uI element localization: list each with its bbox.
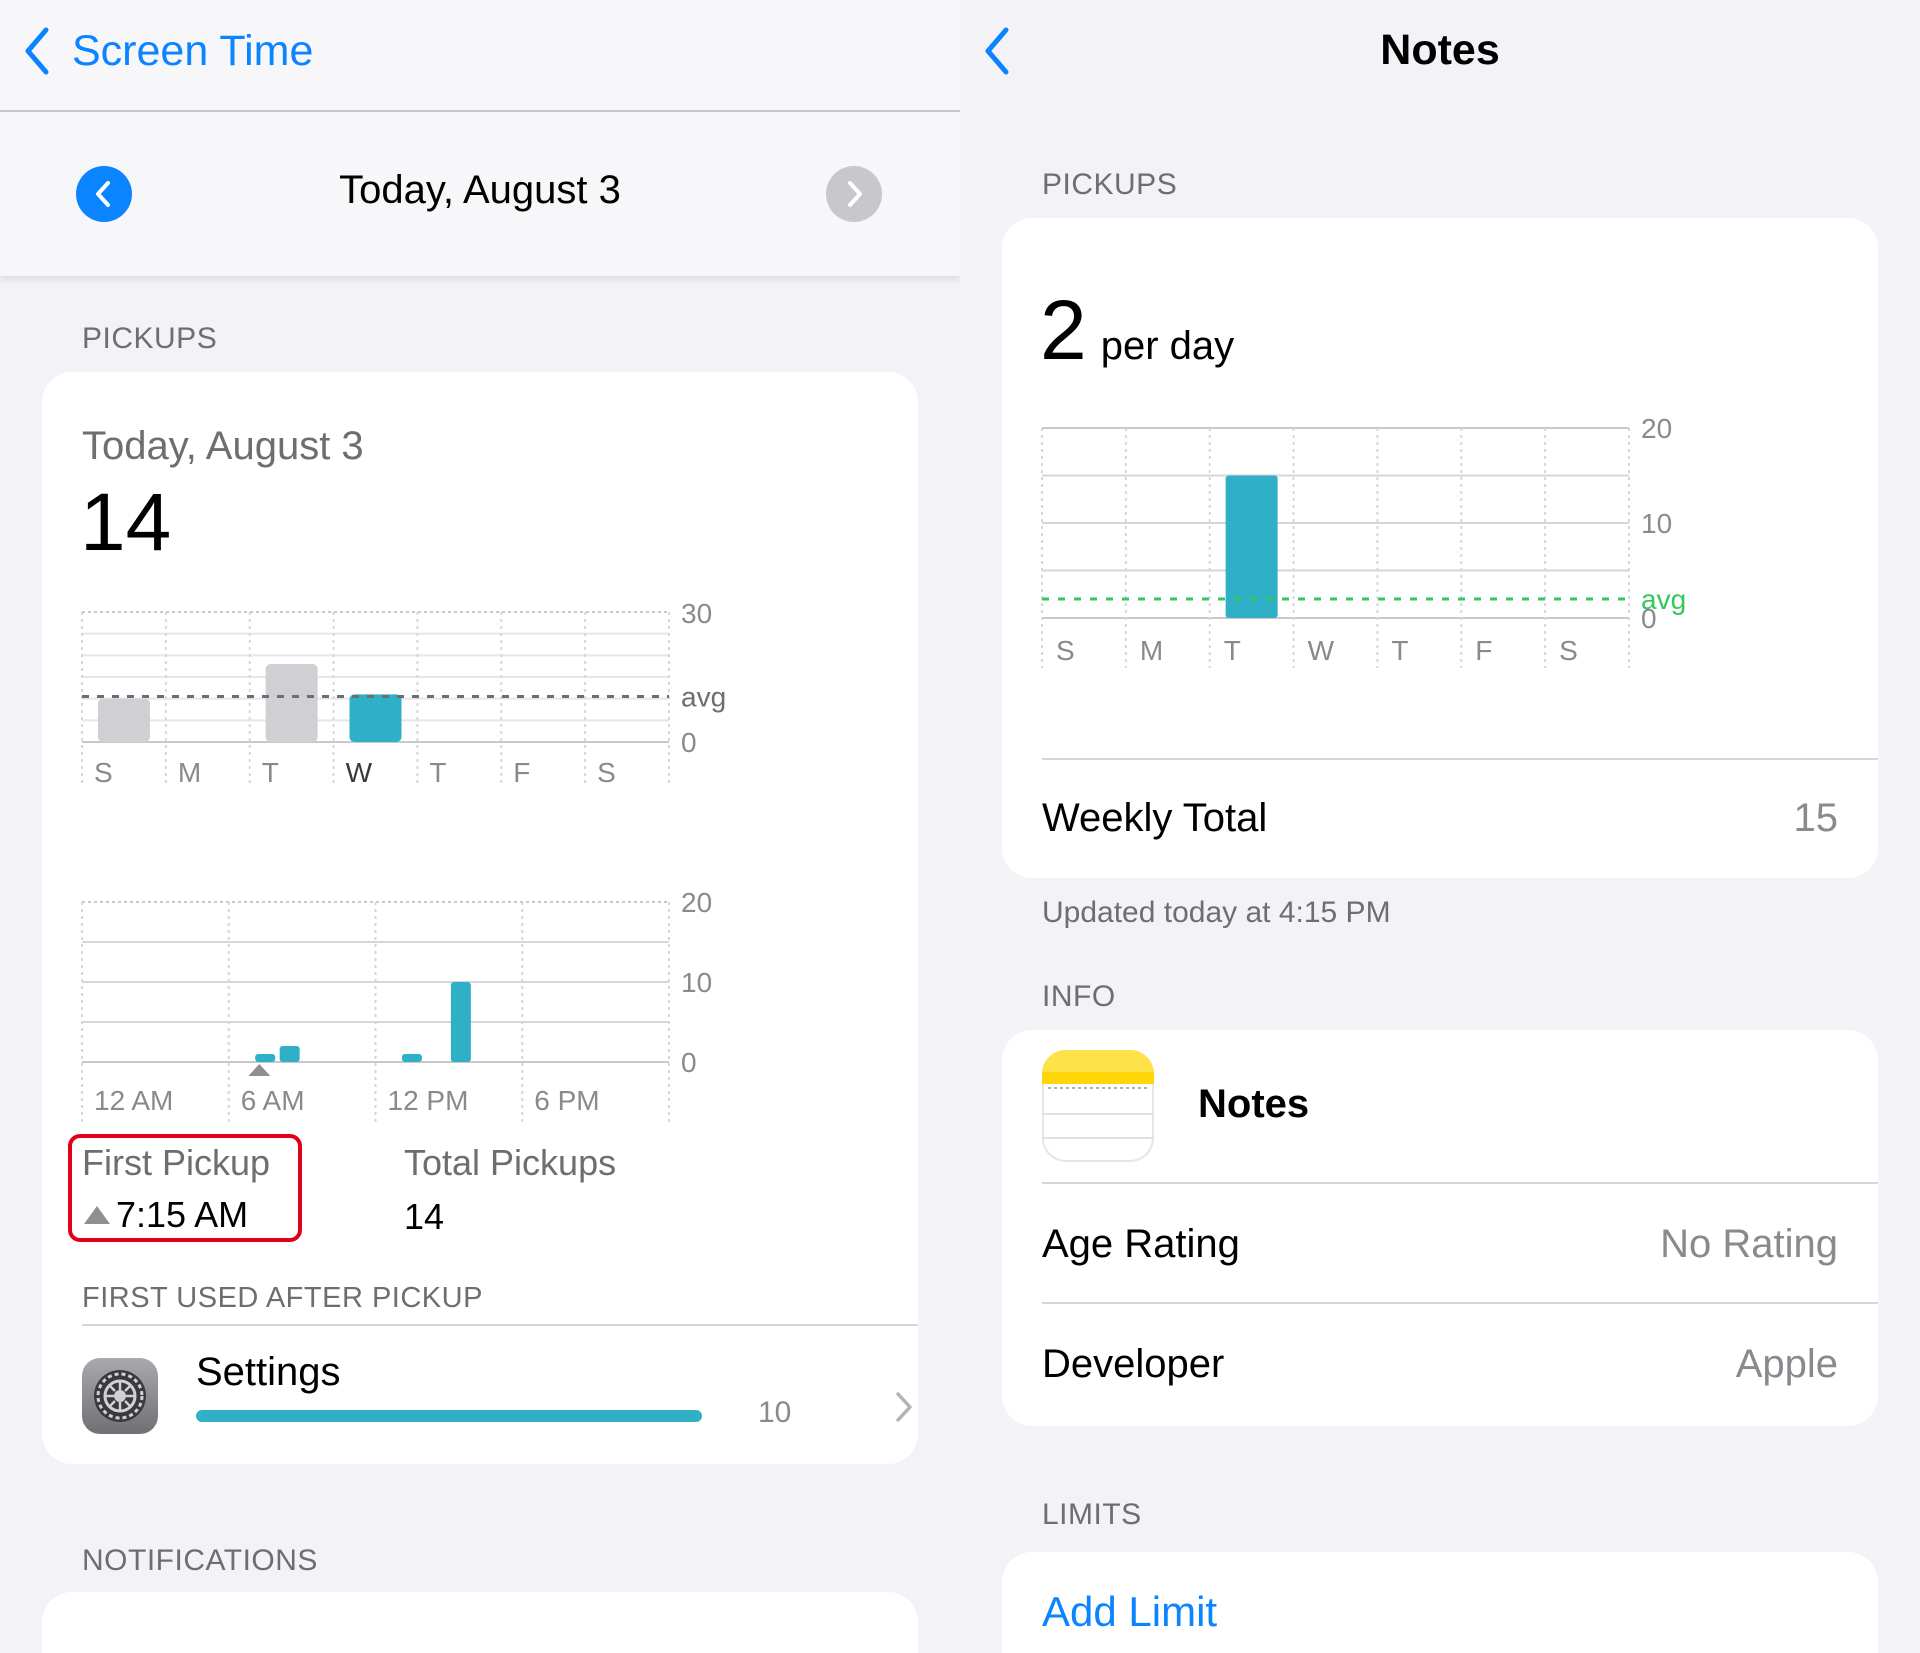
weekly-pickups-chart: 30 avg 0 S M T W T F S — [81, 598, 726, 788]
x-tick-label: 6 AM — [241, 1085, 305, 1116]
y-tick-label: 10 — [1641, 508, 1672, 539]
x-tick-label: 6 PM — [534, 1085, 599, 1116]
chevron-right-icon — [896, 1392, 912, 1422]
first-pickup-label: First Pickup — [82, 1142, 271, 1183]
y-tick-label: 0 — [681, 1047, 697, 1078]
bar — [401, 1054, 422, 1062]
average-pickups-value: 2 — [1040, 283, 1087, 377]
x-tick-label: T — [429, 757, 446, 788]
info-card: Notes Age Rating No Rating Developer App… — [1002, 1030, 1878, 1426]
date-navigator: Today, August 3 — [0, 112, 960, 276]
first-used-count: 10 — [758, 1396, 792, 1429]
y-tick-label: 20 — [681, 887, 712, 918]
chevron-right-icon — [848, 181, 862, 207]
back-button-label: Screen Time — [72, 26, 314, 75]
bar — [279, 1046, 300, 1062]
age-rating-label: Age Rating — [1042, 1222, 1240, 1266]
x-tick-label: W — [346, 757, 373, 788]
first-used-section-label: FIRST USED AFTER PICKUP — [82, 1282, 483, 1314]
weekly-total-label: Weekly Total — [1042, 796, 1268, 840]
x-tick-label: F — [1475, 635, 1492, 666]
date-title: Today, August 3 — [339, 168, 621, 212]
x-tick-label: 12 PM — [388, 1085, 469, 1116]
pickups-section-label: PICKUPS — [1042, 168, 1178, 201]
pickups-count: 14 — [80, 477, 172, 568]
x-tick-label: M — [1140, 635, 1163, 666]
pickups-section-label: PICKUPS — [82, 322, 218, 355]
y-tick-label: 0 — [681, 727, 697, 758]
app-name: Notes — [1198, 1082, 1310, 1126]
developer-label: Developer — [1042, 1342, 1225, 1386]
bar — [97, 698, 150, 742]
notifications-section-label: NOTIFICATIONS — [82, 1544, 318, 1577]
x-tick-label: S — [1056, 635, 1075, 666]
usage-bar — [196, 1410, 702, 1422]
x-tick-label: S — [94, 757, 113, 788]
add-limit-button[interactable]: Add Limit — [1042, 1588, 1217, 1636]
updated-timestamp: Updated today at 4:15 PM — [1042, 896, 1391, 929]
chevron-left-icon — [25, 27, 49, 75]
navigation-bar: Screen Time — [0, 0, 960, 112]
x-tick-label: 12 AM — [94, 1085, 173, 1116]
x-tick-label: T — [1224, 635, 1241, 666]
weekly-total-value: 15 — [1793, 796, 1839, 840]
gear-icon — [94, 1370, 146, 1422]
bar — [265, 664, 318, 742]
x-tick-label: W — [1308, 635, 1335, 666]
bar — [1225, 475, 1278, 618]
total-pickups-label: Total Pickups — [404, 1142, 617, 1183]
x-tick-label: S — [597, 757, 616, 788]
divider — [1042, 1302, 1878, 1304]
settings-app-icon — [82, 1358, 158, 1434]
first-used-app-row[interactable]: Settings 10 — [82, 1330, 918, 1460]
triangle-marker-icon — [84, 1206, 110, 1224]
back-button[interactable]: Screen Time — [22, 26, 313, 76]
notifications-card — [42, 1592, 918, 1653]
app-weekly-pickups-chart: 2010avg0S M T W T F S — [1041, 413, 1686, 668]
app-pickups-card: 2 per day 20 10 avg 0 S M T W T F S Weekly Total 1… — [1002, 218, 1878, 878]
first-pickup-value-row: 7:15 AM — [82, 1194, 248, 1236]
average-pickups: 2 per day — [1040, 288, 1234, 372]
limits-section-label: LIMITS — [1042, 1498, 1142, 1531]
pickups-date: Today, August 3 — [82, 424, 364, 468]
divider — [1042, 758, 1878, 760]
limits-card: Add Limit — [1002, 1552, 1878, 1653]
y-tick-label: 0 — [1641, 603, 1657, 634]
info-section-label: INFO — [1042, 980, 1116, 1013]
average-pickups-unit: per day — [1100, 324, 1235, 368]
y-tick-label: 30 — [681, 598, 712, 629]
x-tick-label: S — [1559, 635, 1578, 666]
divider — [1042, 1182, 1878, 1184]
first-pickup-marker — [248, 1064, 271, 1076]
developer-value: Apple — [1735, 1342, 1838, 1386]
y-tick-label: 20 — [1641, 413, 1672, 444]
app-detail-pane: Notes PICKUPS 2 per day 20 10 avg 0 S M T W T F S … — [960, 0, 1920, 1653]
first-pickup-value: 7:15 AM — [116, 1194, 249, 1235]
hourly-pickups-chart: 20 10 0 12 AM 6 AM 12 PM 6 PM — [81, 887, 712, 1122]
notes-icon — [1042, 1050, 1154, 1139]
age-rating-value: No Rating — [1660, 1222, 1838, 1266]
avg-label: avg — [681, 682, 726, 713]
bar — [255, 1054, 276, 1062]
first-used-app-name: Settings — [196, 1350, 341, 1394]
next-day-button[interactable] — [826, 166, 882, 222]
bar — [450, 982, 471, 1062]
page-title: Notes — [1380, 26, 1500, 74]
x-tick-label: T — [1391, 635, 1408, 666]
x-tick-label: T — [262, 757, 279, 788]
notes-app-icon — [1042, 1050, 1154, 1162]
screen-time-pane: Screen Time Today, August 3 PICKUPS Toda… — [0, 0, 960, 1653]
x-tick-label: M — [178, 757, 201, 788]
total-pickups-value: 14 — [404, 1196, 445, 1237]
bar — [349, 694, 402, 742]
pickups-card: Today, August 3 14 30 avg 0 S M T W T F S 20 10 0 12… — [42, 372, 918, 1464]
y-tick-label: 10 — [681, 967, 712, 998]
divider — [82, 1324, 918, 1326]
x-tick-label: F — [513, 757, 530, 788]
